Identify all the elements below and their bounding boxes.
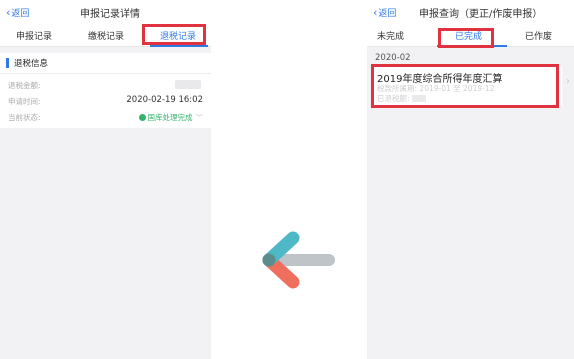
month-group-label: 2020-02: [375, 53, 411, 63]
section-title: 退税信息: [14, 59, 49, 69]
refund-amount-label: 退税金额:: [8, 81, 41, 90]
redacted-amount: [175, 80, 201, 89]
declaration-query-screen: ‹返回 申报查询（更正/作废申报） 未完成 已完成 已作废 2020-02 20…: [367, 0, 574, 359]
declaration-card[interactable]: 2019年度综合所得年度汇算 税款所属期: 2019-01 至 2019-12 …: [371, 66, 570, 106]
refund-info-panel: 退税金额: 申请时间: 2020-02-19 16:02 当前状态: 国库处理完…: [0, 74, 211, 128]
apply-time-row: 申请时间: 2020-02-19 16:02: [0, 93, 211, 109]
chevron-left-icon: ‹: [373, 6, 378, 19]
status-tabs: 未完成 已完成 已作废: [367, 22, 574, 47]
tab-incomplete[interactable]: 未完成: [377, 29, 404, 42]
status-badge: 国库处理完成 ﹀: [138, 112, 204, 123]
nav-bar: ‹返回 申报记录详情: [0, 0, 211, 22]
refund-detail-screen: ‹返回 申报记录详情 申报记录 缴税记录 退税记录 退税信息 退税金额: 申请时…: [0, 0, 211, 359]
refund-info-header: 退税信息: [0, 53, 211, 74]
tab-payment-records[interactable]: 缴税记录: [88, 29, 124, 42]
page-title: 申报查询（更正/作废申报）: [419, 9, 543, 20]
status-check-icon: [138, 114, 146, 121]
refund-amount-row: 退税金额:: [0, 77, 211, 93]
active-tab-indicator: [150, 45, 208, 47]
record-tabs: 申报记录 缴税记录 退税记录: [0, 22, 211, 47]
chevron-left-icon: ‹: [6, 6, 11, 19]
tab-completed[interactable]: 已完成: [455, 29, 482, 42]
arrow-left-icon: [262, 231, 335, 289]
nav-bar: ‹返回 申报查询（更正/作废申报）: [367, 0, 574, 22]
page-title: 申报记录详情: [80, 9, 140, 20]
apply-time-value: 2020-02-19 16:02: [126, 95, 203, 105]
active-tab-indicator: [437, 45, 507, 47]
back-button[interactable]: ‹返回: [373, 6, 396, 19]
chevron-right-icon: ›: [566, 76, 570, 87]
status-row[interactable]: 当前状态: 国库处理完成 ﹀: [0, 109, 211, 125]
tab-voided[interactable]: 已作废: [525, 29, 552, 42]
back-button[interactable]: ‹返回: [6, 6, 29, 19]
section-marker: [6, 58, 9, 68]
redacted-amount: [411, 95, 426, 102]
apply-time-label: 申请时间:: [8, 97, 41, 106]
tab-declaration-records[interactable]: 申报记录: [16, 29, 52, 42]
tab-refund-records[interactable]: 退税记录: [160, 29, 196, 42]
status-label: 当前状态:: [8, 113, 41, 122]
refunded-amount-line: 已退税额:: [377, 93, 426, 104]
chevron-down-icon: ﹀: [195, 113, 204, 122]
